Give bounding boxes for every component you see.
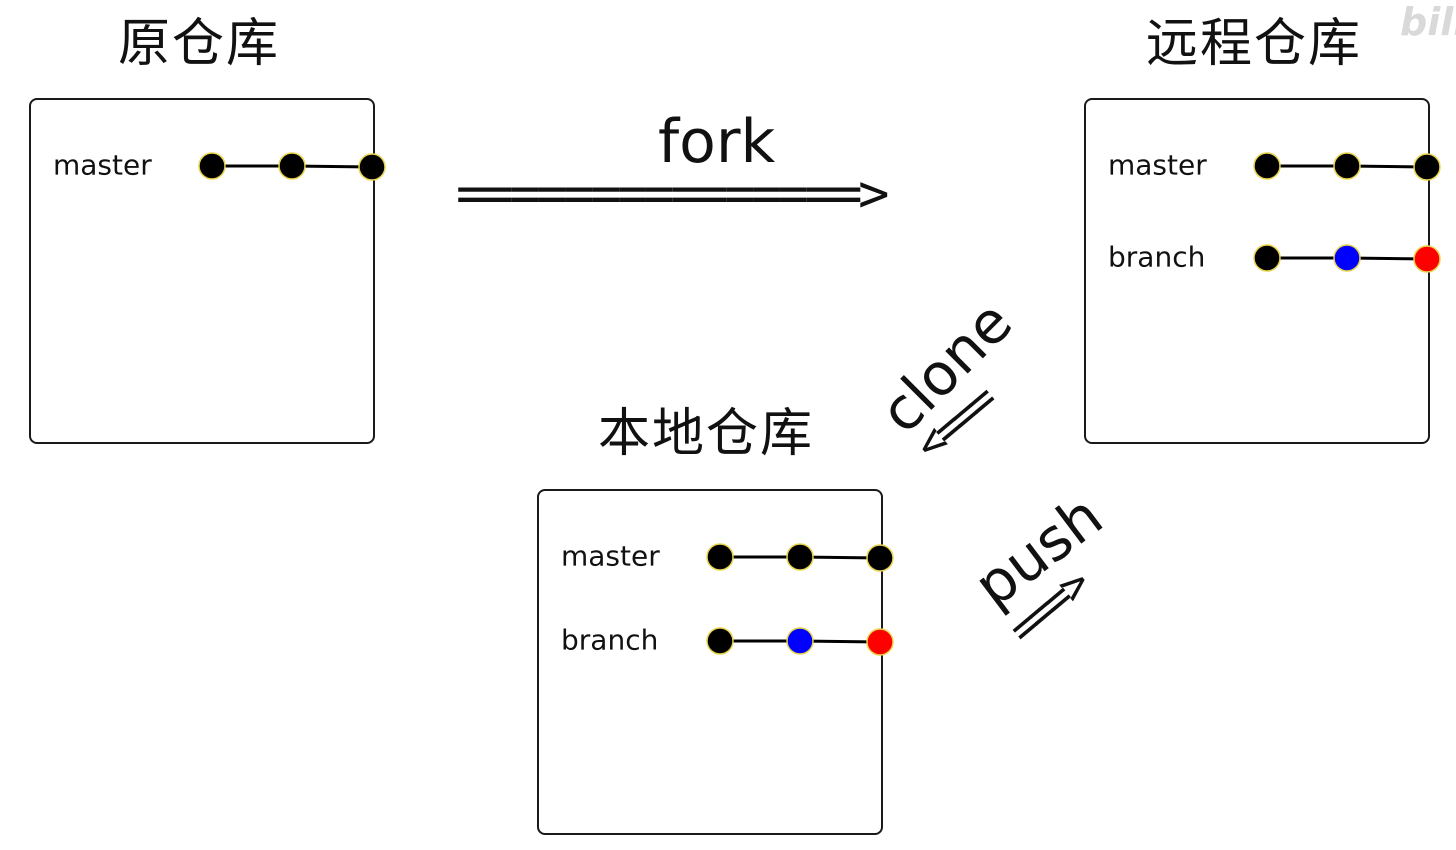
commit-node [358, 153, 386, 181]
local-repo-box: master branch [537, 489, 894, 835]
commit-chain [1253, 152, 1441, 181]
commit-node [198, 152, 226, 180]
commit-node [786, 627, 814, 655]
original-repo-title: 原仓库 [118, 14, 281, 74]
commit-node [1333, 152, 1361, 180]
fork-label: fork [658, 107, 776, 177]
commit-node [1413, 153, 1441, 181]
remote-branch-row: branch [1108, 237, 1441, 277]
remote-repo-title: 远程仓库 [1146, 14, 1363, 74]
commit-node [1333, 244, 1361, 272]
branch-label: branch [561, 623, 659, 657]
commit-node [1253, 244, 1281, 272]
remote-master-row: master [1108, 145, 1441, 185]
local-branch-row: branch [561, 620, 894, 660]
commit-node [1413, 245, 1441, 273]
commit-node [706, 627, 734, 655]
branch-label: master [53, 148, 152, 182]
commit-node [278, 152, 306, 180]
commit-chain [198, 152, 386, 181]
commit-node [1253, 152, 1281, 180]
local-master-row: master [561, 536, 894, 576]
watermark-logo: bili [1400, 0, 1456, 44]
commit-node [866, 628, 894, 656]
commit-node [786, 543, 814, 571]
fork-arrow: ===============> [456, 164, 889, 224]
original-repo-box: master [29, 98, 386, 444]
remote-repo-box: master branch [1084, 98, 1441, 444]
commit-chain [706, 627, 894, 656]
branch-label: branch [1108, 240, 1206, 274]
commit-node [866, 544, 894, 572]
original-master-row: master [53, 145, 386, 185]
commit-node [706, 543, 734, 571]
commit-chain [706, 543, 894, 572]
local-repo-title: 本地仓库 [598, 404, 815, 464]
branch-label: master [1108, 148, 1207, 182]
branch-label: master [561, 539, 660, 573]
commit-chain [1253, 244, 1441, 273]
